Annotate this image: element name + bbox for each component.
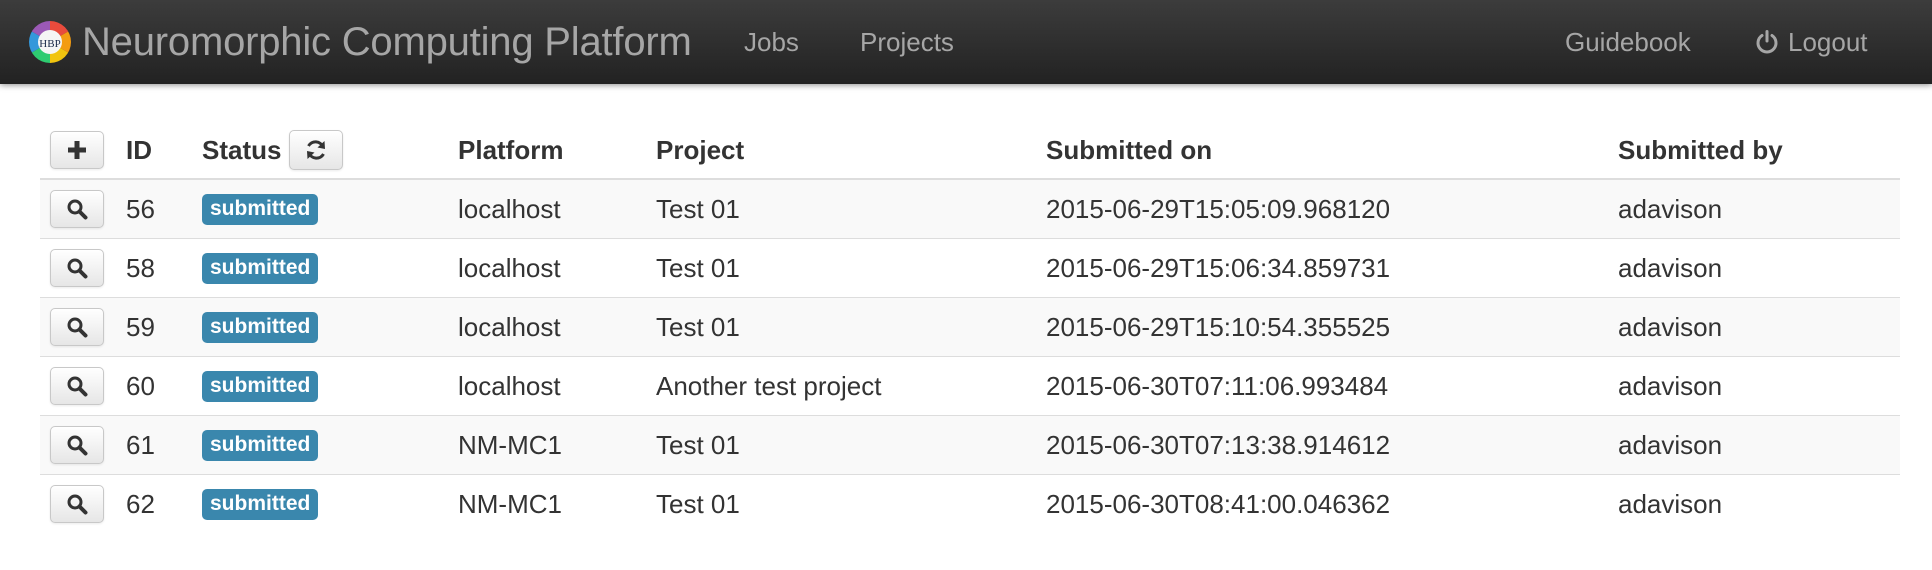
job-id: 58 — [126, 238, 202, 298]
header-status: Status — [202, 134, 282, 165]
header-project: Project — [656, 122, 1046, 180]
view-job-cell — [40, 415, 126, 475]
view-job-button[interactable] — [50, 190, 104, 228]
job-status-cell: submitted — [202, 356, 458, 416]
hbp-logo-icon: HBP — [29, 21, 71, 63]
top-navbar: HBP Neuromorphic Computing Platform Jobs… — [0, 0, 1932, 84]
job-project: Test 01 — [656, 415, 1046, 475]
nav-jobs[interactable]: Jobs — [744, 0, 799, 84]
job-submitted-on: 2015-06-29T15:05:09.968120 — [1046, 178, 1618, 239]
job-project: Test 01 — [656, 238, 1046, 298]
logo-text: HBP — [39, 38, 60, 50]
status-badge: submitted — [202, 194, 319, 226]
search-icon — [67, 376, 88, 397]
add-job-header — [40, 122, 126, 180]
job-status-cell: submitted — [202, 474, 458, 533]
job-rows: 56 submitted localhost Test 01 2015-06-29T15… — [40, 178, 1900, 533]
job-id: 62 — [126, 474, 202, 533]
table-row: 60 submitted localhost Another test project… — [40, 356, 1900, 416]
job-project: Test 01 — [656, 178, 1046, 239]
job-id: 60 — [126, 356, 202, 416]
job-submitted-by: adavison — [1618, 474, 1900, 533]
job-submitted-by: adavison — [1618, 178, 1900, 239]
table-row: 56 submitted localhost Test 01 2015-06-29T15… — [40, 178, 1900, 239]
view-job-cell — [40, 178, 126, 239]
refresh-icon — [307, 140, 326, 160]
view-job-cell — [40, 297, 126, 357]
plus-icon — [68, 141, 86, 159]
job-platform: localhost — [458, 356, 656, 416]
table-row: 62 submitted NM-MC1 Test 01 2015-06-30T08:41… — [40, 474, 1900, 533]
job-submitted-on: 2015-06-29T15:10:54.355525 — [1046, 297, 1618, 357]
nav-guidebook[interactable]: Guidebook — [1565, 0, 1691, 84]
view-job-button[interactable] — [50, 249, 104, 287]
job-id: 59 — [126, 297, 202, 357]
view-job-cell — [40, 238, 126, 298]
status-badge: submitted — [202, 253, 319, 285]
refresh-button[interactable] — [289, 130, 344, 170]
power-icon — [1756, 30, 1778, 54]
job-project: Test 01 — [656, 297, 1046, 357]
table-row: 59 submitted localhost Test 01 2015-06-29T15… — [40, 297, 1900, 357]
view-job-cell — [40, 474, 126, 533]
view-job-button[interactable] — [50, 308, 104, 346]
header-submitted-on: Submitted on — [1046, 122, 1618, 180]
job-status-cell: submitted — [202, 415, 458, 475]
search-icon — [67, 494, 88, 515]
job-status-cell: submitted — [202, 297, 458, 357]
view-job-button[interactable] — [50, 367, 104, 405]
job-platform: localhost — [458, 297, 656, 357]
job-platform: NM-MC1 — [458, 415, 656, 475]
job-status-cell: submitted — [202, 238, 458, 298]
brand-link[interactable]: HBP Neuromorphic Computing Platform — [28, 0, 692, 84]
job-status-cell: submitted — [202, 178, 458, 239]
job-platform: NM-MC1 — [458, 474, 656, 533]
job-submitted-on: 2015-06-30T07:11:06.993484 — [1046, 356, 1618, 416]
status-badge: submitted — [202, 430, 319, 462]
nav-logout[interactable]: Logout — [1754, 0, 1868, 84]
table-row: 58 submitted localhost Test 01 2015-06-29T15… — [40, 238, 1900, 298]
search-icon — [67, 317, 88, 338]
job-id: 56 — [126, 178, 202, 239]
job-submitted-by: adavison — [1618, 297, 1900, 357]
nav-projects[interactable]: Projects — [860, 0, 954, 84]
search-icon — [67, 258, 88, 279]
table-header-row: ID Status Platform Project Submitted on … — [40, 122, 1900, 180]
logout-label: Logout — [1788, 26, 1868, 57]
job-submitted-on: 2015-06-30T07:13:38.914612 — [1046, 415, 1618, 475]
job-project: Another test project — [656, 356, 1046, 416]
search-icon — [67, 199, 88, 220]
brand-title: Neuromorphic Computing Platform — [82, 19, 692, 64]
header-submitted-by: Submitted by — [1618, 122, 1900, 180]
header-platform: Platform — [458, 122, 656, 180]
view-job-button[interactable] — [50, 485, 104, 523]
job-id: 61 — [126, 415, 202, 475]
header-id: ID — [126, 122, 202, 180]
job-platform: localhost — [458, 178, 656, 239]
table-row: 61 submitted NM-MC1 Test 01 2015-06-30T07:13… — [40, 415, 1900, 475]
search-icon — [67, 435, 88, 456]
view-job-button[interactable] — [50, 426, 104, 464]
jobs-table: ID Status Platform Project Submitted on … — [40, 122, 1900, 533]
job-submitted-on: 2015-06-29T15:06:34.859731 — [1046, 238, 1618, 298]
status-badge: submitted — [202, 489, 319, 521]
job-platform: localhost — [458, 238, 656, 298]
job-submitted-by: adavison — [1618, 238, 1900, 298]
view-job-cell — [40, 356, 126, 416]
status-badge: submitted — [202, 371, 319, 403]
status-badge: submitted — [202, 312, 319, 344]
job-submitted-by: adavison — [1618, 356, 1900, 416]
job-submitted-on: 2015-06-30T08:41:00.046362 — [1046, 474, 1618, 533]
header-status-cell: Status — [202, 122, 458, 180]
add-job-button[interactable] — [50, 131, 104, 169]
job-project: Test 01 — [656, 474, 1046, 533]
job-submitted-by: adavison — [1618, 415, 1900, 475]
